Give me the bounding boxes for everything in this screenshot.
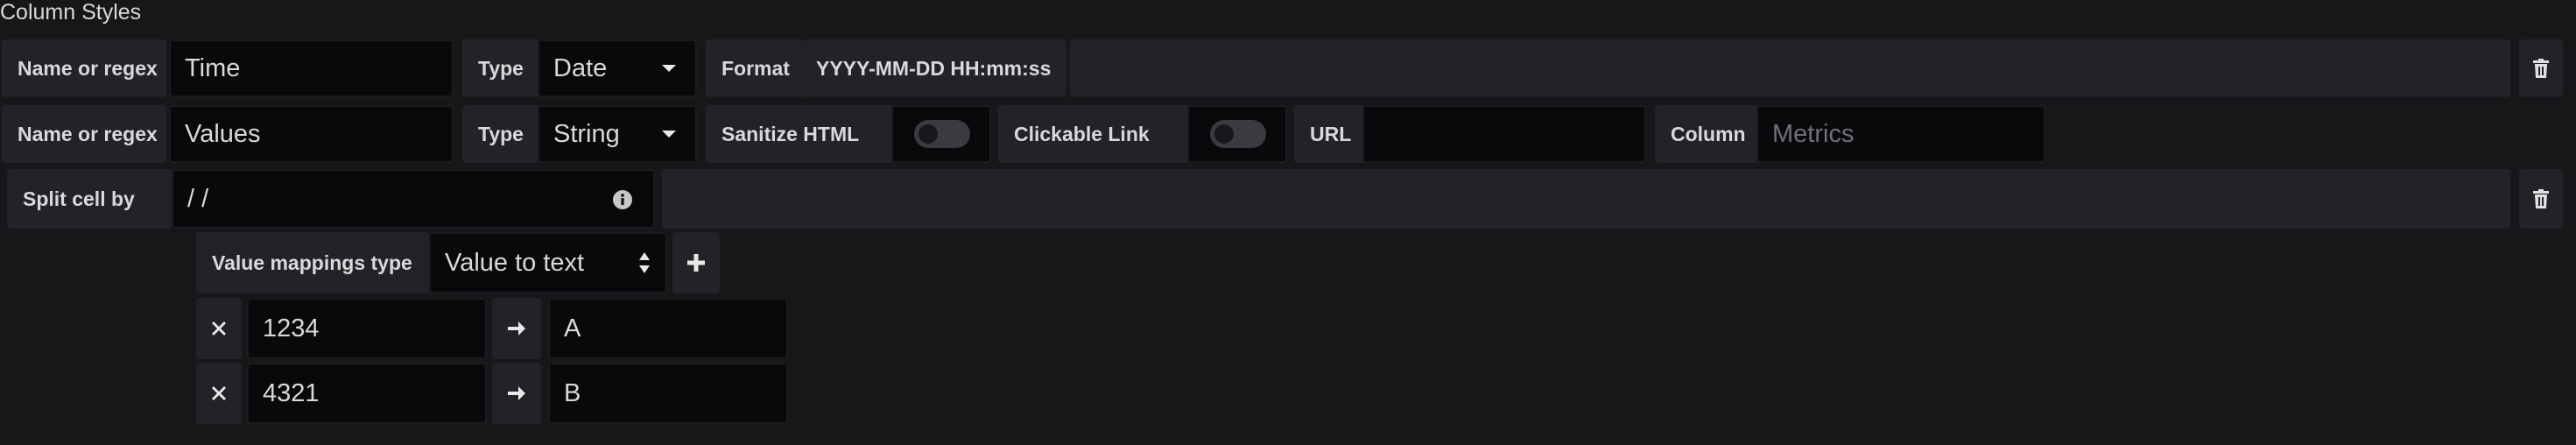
- mapping-text-input[interactable]: A: [548, 298, 788, 359]
- name-regex-input[interactable]: Time: [169, 39, 454, 97]
- toggle-track: [914, 120, 970, 148]
- trash-icon: [2533, 189, 2549, 208]
- remove-icon: [212, 321, 226, 336]
- arrow-right-icon: [508, 321, 525, 336]
- mapping-arrow: [492, 298, 541, 359]
- remove-icon: [212, 386, 226, 400]
- url-input[interactable]: [1362, 105, 1646, 163]
- mapping-value-input[interactable]: 4321: [247, 363, 487, 424]
- split-cell-value: / /: [187, 184, 209, 213]
- name-regex-input[interactable]: Values: [169, 105, 454, 163]
- name-regex-label: Name or regex: [2, 39, 166, 97]
- info-icon: [613, 190, 632, 209]
- mapping-text-input[interactable]: B: [548, 363, 788, 424]
- trash-icon: [2533, 59, 2549, 78]
- url-label: URL: [1294, 105, 1364, 163]
- name-regex-label: Name or regex: [2, 105, 166, 163]
- type-label: Type: [462, 39, 539, 97]
- column-input[interactable]: Metrics: [1756, 105, 2045, 163]
- toggle-track: [1210, 120, 1266, 148]
- clickable-link-switch[interactable]: [1187, 105, 1287, 163]
- caret-down-icon: [662, 65, 676, 72]
- caret-down-icon: [662, 131, 676, 138]
- sanitize-html-switch[interactable]: [891, 105, 991, 163]
- type-select[interactable]: String: [538, 105, 697, 163]
- mapping-arrow: [492, 363, 541, 424]
- type-select-value: String: [553, 119, 620, 148]
- value-mappings-type-value: Value to text: [445, 248, 585, 277]
- type-select[interactable]: Date: [538, 39, 697, 97]
- section-title: Column Styles: [0, 0, 142, 25]
- split-cell-label: Split cell by: [7, 169, 172, 229]
- row-filler: [662, 169, 2510, 229]
- add-mapping-button[interactable]: [672, 232, 720, 293]
- toggle-knob: [1214, 124, 1234, 144]
- arrow-right-icon: [508, 386, 525, 400]
- format-input[interactable]: YYYY-MM-DD HH:mm:ss: [802, 39, 1066, 97]
- mapping-value-input[interactable]: 1234: [247, 298, 487, 359]
- value-mappings-type-select[interactable]: Value to text: [429, 232, 667, 293]
- column-label: Column: [1655, 105, 1758, 163]
- plus-icon: [687, 254, 705, 272]
- type-label: Type: [462, 105, 539, 163]
- delete-style-button[interactable]: [2519, 39, 2563, 97]
- row-filler: [1070, 39, 2510, 97]
- updown-caret-icon: [639, 252, 650, 273]
- toggle-knob: [918, 124, 938, 144]
- split-cell-input[interactable]: / /: [172, 169, 655, 229]
- delete-style-button[interactable]: [2519, 169, 2563, 229]
- remove-mapping-button[interactable]: [196, 298, 242, 359]
- value-mappings-type-label: Value mappings type: [196, 232, 429, 293]
- sanitize-html-label: Sanitize HTML: [706, 105, 893, 163]
- remove-mapping-button[interactable]: [196, 363, 242, 424]
- clickable-link-label: Clickable Link: [998, 105, 1189, 163]
- type-select-value: Date: [553, 53, 608, 82]
- format-label: Format: [706, 39, 802, 97]
